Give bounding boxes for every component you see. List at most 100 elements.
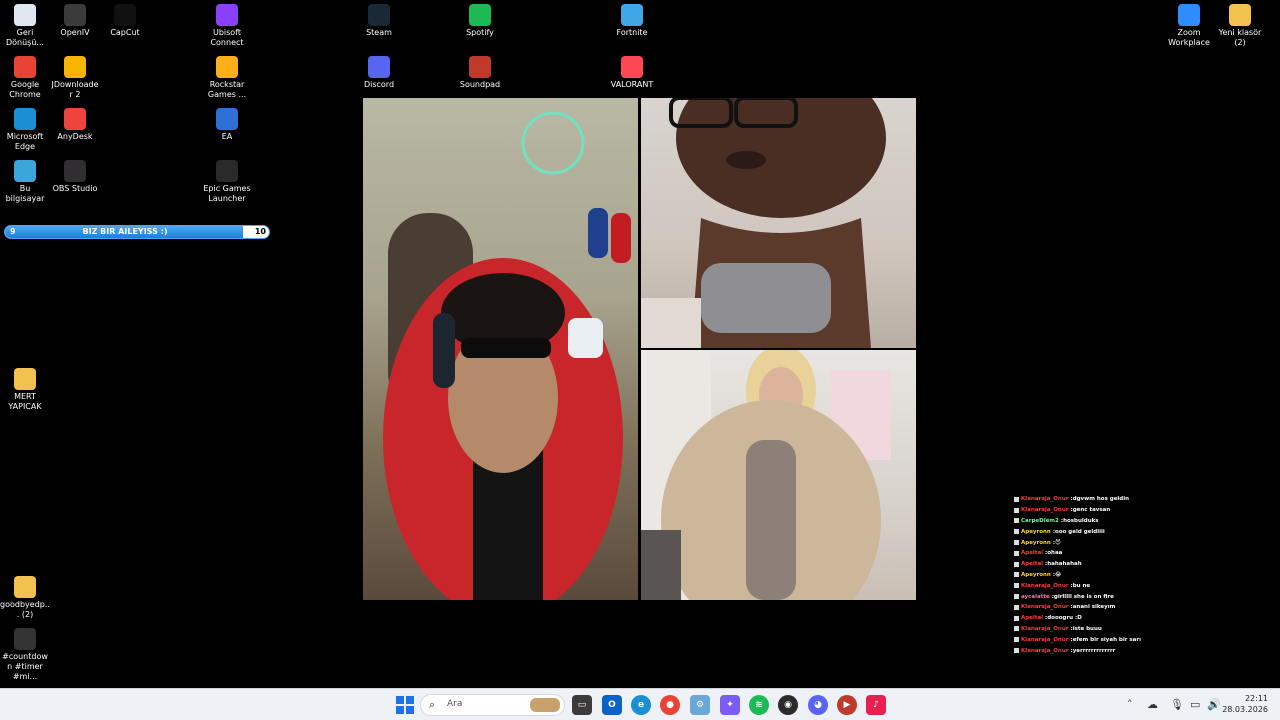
chat-username: CarpeDiem2 <box>1021 517 1059 524</box>
chat-badge-icon <box>1014 561 1019 567</box>
desktop-icon-anydesk[interactable]: AnyDesk <box>50 104 100 142</box>
desktop-icon-label: Bu bilgisayar <box>5 184 45 203</box>
taskbar-obs-icon[interactable]: ◉ <box>778 695 798 715</box>
stream-chat-overlay: Klanaraja_Onur : dgvwm hos geldin Klanara… <box>1014 494 1164 656</box>
chat-message-text: ohaa <box>1047 550 1063 557</box>
chat-username: Apeltal <box>1021 561 1044 568</box>
file-icon <box>14 628 36 650</box>
taskbar-search[interactable]: ⌕ Ara <box>420 694 565 716</box>
chat-message: Apeltal : hahahahah <box>1014 559 1164 570</box>
desktop-icon-valorant[interactable]: VALORANT <box>607 52 657 90</box>
chat-message: Klanaraja_Onur : anani sikeyım <box>1014 602 1164 613</box>
desktop-icon-label: MERT YAPICAK <box>8 392 42 411</box>
chat-message: Klanaraja_Onur : iste buuu <box>1014 624 1164 635</box>
tray-volume-icon[interactable]: 🔊 <box>1207 698 1221 711</box>
chat-message-text: genc tavsan <box>1072 507 1111 514</box>
chat-badge-icon <box>1014 615 1019 621</box>
desktop-icon-label: #countdown #timer #mi... <box>2 652 48 681</box>
chat-username: Apeltal <box>1021 615 1044 622</box>
chrome-icon <box>14 56 36 78</box>
obs-icon <box>64 160 86 182</box>
desktop-icon-label: Fortnite <box>616 28 648 37</box>
taskbar-outlook-icon[interactable]: O <box>602 695 622 715</box>
chat-badge-icon <box>1014 496 1019 502</box>
desktop-icon-ubisoft[interactable]: Ubisoft Connect <box>202 0 252 48</box>
chat-username: Apeyronn <box>1021 539 1051 546</box>
chat-badge-icon <box>1014 637 1019 643</box>
taskbar-settings-icon[interactable]: ⚙ <box>690 695 710 715</box>
taskbar-copilot-icon[interactable]: ✦ <box>720 695 740 715</box>
desktop-icon-steam[interactable]: Steam <box>354 0 404 38</box>
desktop-icon-openiv[interactable]: OpenIV <box>50 0 100 38</box>
desktop-icon-computer[interactable]: Bu bilgisayar <box>0 156 50 204</box>
desktop-icon-folder[interactable]: Yeni klasör (2) <box>1215 0 1265 48</box>
desktop-icon-ea[interactable]: EA <box>202 104 252 142</box>
start-button[interactable] <box>395 695 415 715</box>
clock-date: 28.03.2026 <box>1222 705 1268 714</box>
tray-cloud-offline-icon[interactable]: ☁ <box>1147 698 1158 711</box>
desktop-icon-edge[interactable]: Microsoft Edge <box>0 104 50 152</box>
chat-message: Klanaraja_Onur : efem bir siyah bir sarı <box>1014 634 1164 645</box>
chat-username: Apeltal <box>1021 550 1044 557</box>
chat-message-text: 😂 <box>1055 571 1062 578</box>
taskbar-tiktok-icon[interactable]: ♪ <box>866 695 886 715</box>
folder-icon <box>14 368 36 390</box>
soundpad-icon <box>469 56 491 78</box>
desktop-icon-obs[interactable]: OBS Studio <box>50 156 100 194</box>
chat-badge-icon <box>1014 604 1019 610</box>
taskbar-spotify-icon[interactable]: ≋ <box>749 695 769 715</box>
chat-username: Klanaraja_Onur <box>1021 496 1069 503</box>
chat-message-text: hosbulduks <box>1063 517 1099 524</box>
ubisoft-icon <box>216 4 238 26</box>
chat-badge-icon <box>1014 518 1019 524</box>
desktop-icon-chrome[interactable]: Google Chrome <box>0 52 50 100</box>
chat-username: aycalatte <box>1021 593 1050 600</box>
desktop-icon-folder[interactable]: goodbyedp... (2) <box>0 572 50 620</box>
taskbar-explorer-icon[interactable]: ▭ <box>572 695 592 715</box>
progress-label: BIZ BIR AILEYISS :) <box>82 227 168 236</box>
chat-message: Apeyronn : 😂 <box>1014 570 1164 581</box>
taskbar-chrome-icon[interactable]: ● <box>660 695 680 715</box>
chat-badge-icon <box>1014 529 1019 535</box>
desktop-icon-jdownloader[interactable]: JDownloader 2 <box>50 52 100 100</box>
desktop-icon-spotify[interactable]: Spotify <box>455 0 505 38</box>
chat-username: Klanaraja_Onur <box>1021 604 1069 611</box>
steam-icon <box>368 4 390 26</box>
progress-end-value: 10 <box>254 227 266 236</box>
desktop-icon-label: Epic Games Launcher <box>203 184 251 203</box>
chat-message-text: efem bir siyah bir sarı <box>1072 636 1141 643</box>
tray-clock[interactable]: 22:11 28.03.2026 <box>1222 693 1268 715</box>
search-placeholder: Ara <box>447 699 463 709</box>
desktop-icon-soundpad[interactable]: Soundpad <box>455 52 505 90</box>
desktop-icon-file[interactable]: #countdown #timer #mi... <box>0 624 50 682</box>
desktop-icon-discord[interactable]: Discord <box>354 52 404 90</box>
desktop-icon-rockstar[interactable]: Rockstar Games ... <box>202 52 252 100</box>
desktop-icon-epic-games[interactable]: Epic Games Launcher <box>202 156 252 204</box>
chat-badge-icon <box>1014 550 1019 556</box>
desktop-icon-recycle-bin[interactable]: Geri Dönüşü... <box>0 0 50 48</box>
desktop-icon-fortnite[interactable]: Fortnite <box>607 0 657 38</box>
desktop-icon-label: EA <box>221 132 233 141</box>
taskbar-discord-icon[interactable]: ◕ <box>808 695 828 715</box>
desktop-icon-folder[interactable]: MERT YAPICAK <box>0 364 50 412</box>
taskbar-edge-icon[interactable]: e <box>631 695 651 715</box>
tray-network-icon[interactable]: ▭ <box>1190 698 1200 711</box>
desktop-icon-label: Steam <box>366 28 392 37</box>
desktop-icon-label: Spotify <box>466 28 494 37</box>
chat-message: Apeltal : dooogru :D <box>1014 613 1164 624</box>
chat-username: Apeyronn <box>1021 528 1051 535</box>
desktop-icon-label: OpenIV <box>60 28 90 37</box>
chat-username: Klanaraja_Onur <box>1021 647 1069 654</box>
edge-icon <box>14 108 36 130</box>
desktop-icon-label: Ubisoft Connect <box>210 28 244 47</box>
search-highlight-image <box>530 698 560 712</box>
tray-chevron-up-icon[interactable]: ˄ <box>1127 698 1133 711</box>
chat-message-text: bu ne <box>1072 582 1091 589</box>
desktop-icon-label: AnyDesk <box>57 132 93 141</box>
chat-message: Apeltal : ohaa <box>1014 548 1164 559</box>
jdownloader-icon <box>64 56 86 78</box>
taskbar-soundpad-icon[interactable]: ▶ <box>837 695 857 715</box>
tray-microphone-icon[interactable]: 🎙 <box>1170 698 1184 711</box>
desktop-icon-capcut[interactable]: CapCut <box>100 0 150 38</box>
desktop-icon-zoom[interactable]: Zoom Workplace <box>1164 0 1214 48</box>
